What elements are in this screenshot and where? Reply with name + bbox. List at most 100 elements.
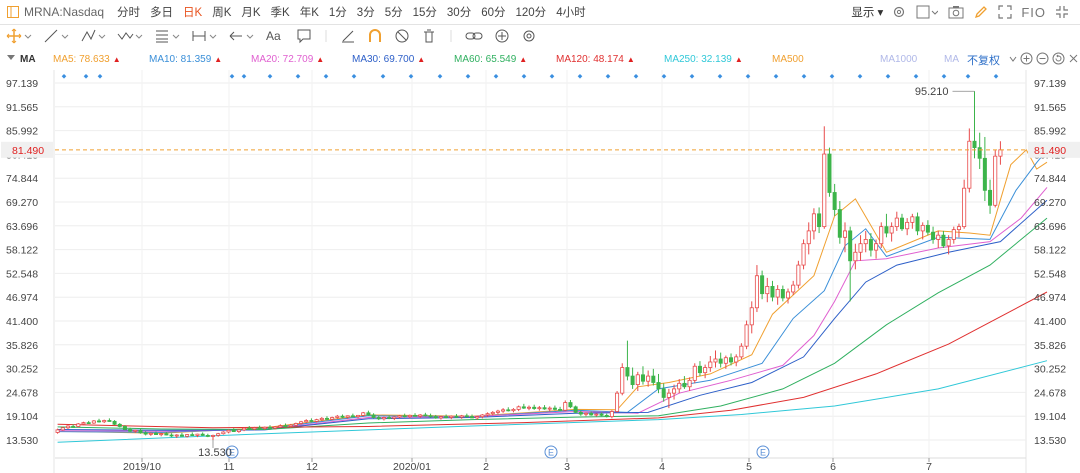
line-tool-icon[interactable] [43,28,69,44]
period-tab-5[interactable]: 季K [271,4,290,20]
candlestick-chart[interactable]: 97.13991.56585.99280.41874.84469.27063.6… [0,70,1080,473]
period-tab-0[interactable]: 分时 [117,4,140,20]
channel-tool-icon[interactable] [80,28,106,44]
x-tick-label: 7 [926,461,932,473]
display-dropdown[interactable]: 显示 ▾ [851,4,883,20]
candle-body [630,375,635,386]
candle-body [988,189,993,206]
candle-body [589,412,594,416]
reset-zoom-icon[interactable] [1052,52,1065,68]
candle-body [573,406,578,413]
y-tick-label-right: 41.400 [1034,316,1066,328]
wave-tool-icon[interactable] [117,28,143,44]
ma-collapse-icon[interactable] [6,52,16,67]
camera-icon[interactable] [948,5,964,19]
period-tab-9[interactable]: 5分 [385,4,403,20]
period-tab-11[interactable]: 30分 [447,4,471,20]
pen-icon[interactable] [974,5,988,19]
y-tick-label-left: 19.104 [6,411,38,423]
adjust-chevron-icon[interactable] [1008,52,1018,69]
ma1000-label: MA1000 [880,54,918,65]
trash-icon[interactable] [421,28,437,44]
crosshair-icon[interactable] [6,28,32,44]
period-tab-7[interactable]: 1分 [329,4,347,20]
magnet-icon[interactable] [367,28,383,44]
expand-icon[interactable] [998,5,1012,19]
candle-body [796,264,801,286]
candle-body [154,432,159,435]
link-icon[interactable] [465,28,483,44]
candle-body [615,392,620,412]
settings-gear-icon[interactable] [892,5,906,19]
collapse-icon[interactable] [1055,5,1069,19]
candle-body [993,155,998,206]
period-tab-13[interactable]: 120分 [516,4,547,20]
current-price-label-right: 81.490 [1034,145,1066,157]
candle-body [91,420,96,424]
candle-body [754,275,759,309]
layout-square-icon[interactable] [916,5,939,19]
measure-tool-icon[interactable] [191,28,217,44]
period-tab-4[interactable]: 月K [241,4,260,20]
sync-icon[interactable] [494,28,510,44]
period-tab-14[interactable]: 4小时 [556,4,585,20]
period-tab-6[interactable]: 年K [300,4,319,20]
arrow-tool-icon[interactable] [228,28,254,44]
y-tick-label-left: 63.696 [6,221,38,233]
text-tool-icon[interactable]: Aa [265,28,285,44]
period-tab-2[interactable]: 日K [183,4,202,20]
symbol-label[interactable]: MRNA:Nasdaq [24,5,104,19]
event-dot [408,74,414,79]
y-tick-label-right: 63.696 [1034,221,1066,233]
candle-body [863,239,868,245]
event-dot [549,74,555,79]
candle-body [117,423,122,427]
adjust-dropdown[interactable]: 不复权 [967,52,1000,68]
candle-body [915,216,920,232]
ma30-label: MA30: 69.700 ▲ [352,54,425,65]
ma-title[interactable]: MA [20,54,36,65]
candle-body [376,417,381,420]
candle-body [366,412,371,416]
ruler-pen-icon[interactable] [340,28,356,44]
candle-body [371,414,376,418]
zoom-out-icon[interactable] [1036,52,1049,68]
period-tab-3[interactable]: 周K [212,4,231,20]
candle-body [112,420,117,425]
hide-drawings-icon[interactable] [394,28,410,44]
y-tick-label-right: 69.270 [1034,197,1066,209]
ma10-text: MA10: 81.359 [149,54,212,65]
y-tick-label-left: 46.974 [6,292,38,304]
candle-body [397,415,402,418]
candle-body [946,239,951,247]
close-panel-icon[interactable] [1067,52,1080,68]
candle-body [558,408,563,411]
draw-settings-gear-icon[interactable] [521,28,537,44]
y-tick-label-right: 74.844 [1034,173,1066,185]
candle-body [102,420,107,423]
y-tick-label-left: 97.139 [6,78,38,90]
x-tick-label: 6 [830,461,836,473]
candle-body [640,374,645,382]
candle-body [350,415,355,418]
fib-tool-icon[interactable] [154,28,180,44]
ma250-label: MA250: 32.139 ▲ [664,54,743,65]
ma-lines [57,148,1048,443]
comment-tool-icon[interactable] [296,28,312,44]
event-dot [295,74,301,79]
candle-body [252,427,257,430]
zoom-in-icon[interactable] [1020,52,1033,68]
candle-body [723,357,728,364]
period-tab-10[interactable]: 15分 [413,4,437,20]
event-dot [323,74,329,79]
period-tab-12[interactable]: 60分 [481,4,505,20]
candle-body [128,429,133,432]
candle-body [138,429,143,434]
candle-body [381,417,386,420]
candle-body [314,419,319,422]
period-tab-1[interactable]: 多日 [150,4,173,20]
sidebar-toggle-icon[interactable] [6,5,20,19]
event-dots [61,74,999,79]
fio-button[interactable]: FIO [1021,5,1046,20]
period-tab-8[interactable]: 3分 [357,4,375,20]
